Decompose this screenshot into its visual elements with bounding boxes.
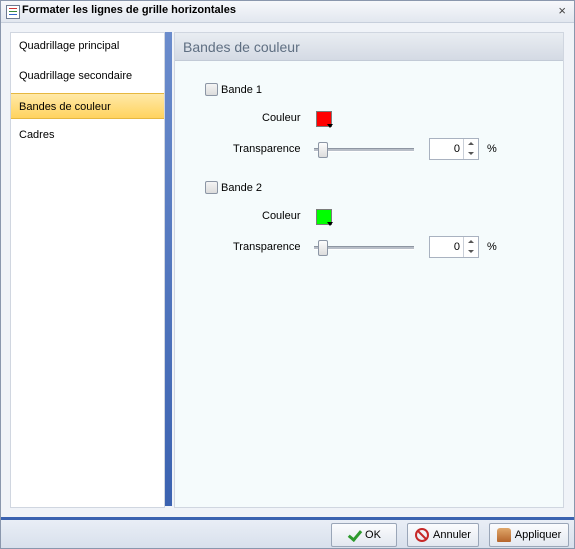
band-1-spin-buttons [463, 139, 478, 159]
band-2-transparency-value[interactable]: 0 [454, 241, 460, 253]
band-1-slider-thumb[interactable] [318, 142, 328, 158]
band-2-decrement-button[interactable] [464, 247, 478, 257]
apply-button[interactable]: Appliquer [489, 523, 569, 547]
band-1-transparency-label: Transparence [233, 143, 301, 155]
nav-item-quadrillage-principal[interactable]: Quadrillage principal [11, 33, 164, 59]
apply-button-label: Appliquer [514, 529, 562, 541]
title-bar[interactable]: Formater les lignes de grille horizontal… [1, 1, 574, 23]
cancel-button[interactable]: Annuler [407, 523, 479, 547]
close-button[interactable]: × [558, 3, 566, 18]
band-1-decrement-button[interactable] [464, 149, 478, 159]
cancel-icon [415, 528, 430, 542]
category-list: Quadrillage principal Quadrillage second… [10, 32, 165, 508]
cancel-button-label: Annuler [433, 529, 471, 541]
band-1-checkbox[interactable] [205, 83, 218, 96]
panel-header: Bandes de couleur [175, 33, 563, 61]
band-1-label: Bande 1 [221, 84, 262, 96]
gridlines-icon [6, 5, 20, 19]
band-1-color-picker[interactable] [316, 111, 333, 128]
band-2-checkbox[interactable] [205, 181, 218, 194]
ok-button[interactable]: OK [331, 523, 397, 547]
settings-panel: Bandes de couleur Bande 1 Couleur Transp… [174, 32, 564, 508]
button-bar: OK Annuler Appliquer [1, 520, 574, 548]
band-2-unit: % [487, 241, 497, 253]
window-title: Formater les lignes de grille horizontal… [22, 4, 236, 16]
nav-item-quadrillage-secondaire[interactable]: Quadrillage secondaire [11, 63, 164, 89]
band-1-color-label: Couleur [262, 112, 301, 124]
band-2-increment-button[interactable] [464, 237, 478, 247]
nav-item-cadres[interactable]: Cadres [11, 122, 164, 148]
panel-divider [165, 32, 172, 506]
band-2-color-label: Couleur [262, 210, 301, 222]
band-2-transparency-label: Transparence [233, 241, 301, 253]
check-icon [347, 528, 361, 542]
ok-button-label: OK [365, 529, 381, 541]
band-1-transparency-stepper[interactable]: 0 [429, 138, 479, 160]
band-1-unit: % [487, 143, 497, 155]
band-2-transparency-stepper[interactable]: 0 [429, 236, 479, 258]
nav-item-bandes-de-couleur[interactable]: Bandes de couleur [11, 93, 164, 119]
band-1-transparency-slider[interactable] [314, 148, 414, 152]
band-1-increment-button[interactable] [464, 139, 478, 149]
band-1-transparency-value[interactable]: 0 [454, 143, 460, 155]
dialog-window: Formater les lignes de grille horizontal… [0, 0, 575, 549]
band-2-spin-buttons [463, 237, 478, 257]
stamp-icon [496, 528, 511, 542]
band-2-color-picker[interactable] [316, 209, 333, 226]
band-2-transparency-slider[interactable] [314, 246, 414, 250]
panel-title: Bandes de couleur [183, 39, 300, 55]
band-2-label: Bande 2 [221, 182, 262, 194]
band-2-slider-thumb[interactable] [318, 240, 328, 256]
